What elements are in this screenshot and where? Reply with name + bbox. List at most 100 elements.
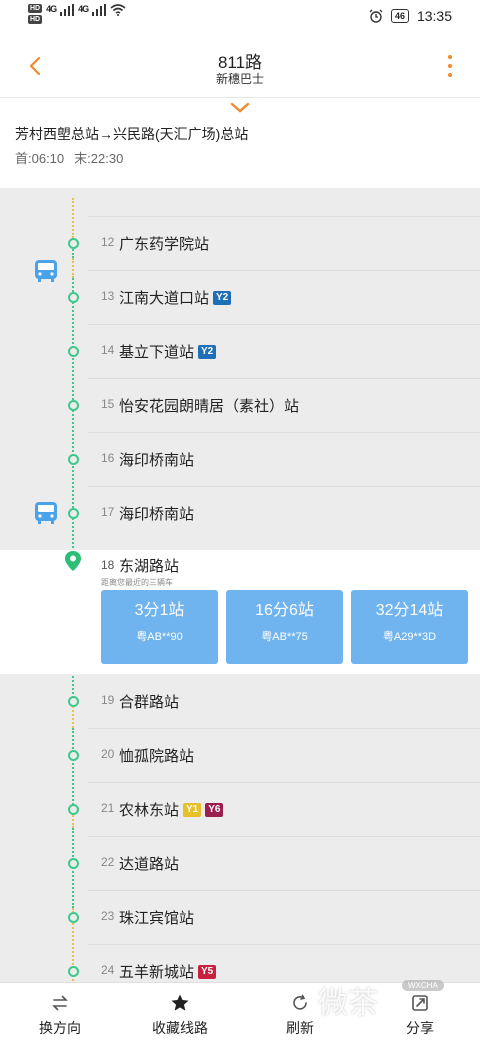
stop-name: 海印桥南站	[119, 506, 195, 523]
operator-name: 新穗巴士	[215, 72, 264, 86]
hd-badge: HD	[28, 15, 43, 24]
stop-name: 怡安花园朗晴居（素社）站	[119, 398, 300, 415]
battery-indicator: 46	[390, 9, 409, 23]
metro-line-badge: Y5	[198, 964, 217, 979]
arrival-eta: 32分14站	[375, 602, 444, 619]
stop-node	[68, 804, 79, 815]
stop-name: 五羊新城站	[119, 964, 195, 981]
stop-number: 22	[101, 855, 115, 869]
route-direction: 芳村西塱总站→兴民路(天汇广场)总站	[15, 126, 249, 142]
bus-icon[interactable]	[33, 258, 59, 284]
last-bus-time: 末:22:30	[74, 151, 124, 166]
watermark-logo: 微茶	[318, 987, 378, 1020]
stop-name: 恤孤院路站	[119, 748, 195, 765]
stop-number: 13	[101, 289, 115, 303]
nearest-buses-hint: 距离您最近的三辆车	[101, 578, 173, 587]
bus-plate: 粤AB**90	[136, 631, 183, 643]
share-button[interactable]: 分享	[360, 983, 480, 1040]
arrival-card[interactable]: 32分14站 粤A29**3D	[351, 590, 468, 664]
stop-name: 江南大道口站	[119, 290, 210, 307]
stop-name: 广东药学院站	[119, 236, 210, 253]
stop-name: 达道路站	[119, 856, 180, 873]
stop-row[interactable]: 13 江南大道口站 Y2	[0, 270, 480, 324]
arrival-card[interactable]: 3分1站 粤AB**90	[101, 590, 218, 664]
stop-number: 19	[101, 693, 115, 707]
stop-row[interactable]: 14 基立下道站 Y2	[0, 324, 480, 378]
more-menu-icon[interactable]	[442, 52, 458, 80]
tab-label: 换方向	[39, 1020, 81, 1036]
stop-number: 14	[101, 343, 115, 357]
stop-row[interactable]: 19 合群路站	[0, 674, 480, 728]
watermark-tag: WXCHA	[402, 980, 444, 991]
stop-name: 农林东站	[119, 802, 180, 819]
stop-row[interactable]: 21 农林东站 Y1 Y6	[0, 782, 480, 836]
stop-row[interactable]: 17 海印桥南站	[0, 486, 480, 540]
stop-node	[68, 912, 79, 923]
stop-row[interactable]: 23 珠江宾馆站	[0, 890, 480, 944]
metro-line-badge: Y1	[183, 802, 202, 817]
stop-number: 16	[101, 451, 115, 465]
signal-icon	[92, 4, 107, 16]
bus-plate: 粤A29**3D	[382, 631, 437, 643]
stop-node	[68, 696, 79, 707]
star-icon	[171, 994, 189, 1011]
stop-node	[68, 346, 79, 357]
alarm-icon	[369, 9, 383, 23]
stop-number: 21	[101, 801, 115, 815]
expand-chevron-icon[interactable]	[229, 102, 251, 114]
tab-label: 分享	[406, 1020, 434, 1036]
stop-name: 合群路站	[119, 694, 180, 711]
network-label: 4G	[46, 4, 57, 14]
refresh-icon	[293, 994, 307, 1010]
stop-node	[68, 238, 79, 249]
stop-name: 海印桥南站	[119, 452, 195, 469]
switch-direction-button[interactable]: 换方向	[0, 983, 120, 1040]
stop-row[interactable]: 15 怡安花园朗晴居（素社）站	[0, 378, 480, 432]
bus-plate: 粤AB**75	[261, 631, 308, 643]
first-bus-time: 首:06:10	[15, 151, 65, 166]
route-info: 芳村西塱总站→兴民路(天汇广场)总站 首:06:10 末:22:30	[0, 98, 480, 188]
arrival-eta: 16分6站	[255, 602, 314, 619]
favorite-route-button[interactable]: 收藏线路	[120, 983, 240, 1040]
stop-name: 珠江宾馆站	[119, 910, 195, 927]
metro-line-badge: Y2	[213, 290, 232, 305]
stop-name: 基立下道站	[119, 344, 195, 361]
share-icon	[412, 995, 428, 1011]
wifi-icon	[110, 4, 126, 16]
stop-list[interactable]: 12 广东药学院站 13 江南大道口站 Y2 14 基立下道站 Y2 15 怡安花园…	[0, 188, 480, 982]
arrival-eta: 3分1站	[134, 602, 185, 619]
stop-row[interactable]: 16 海印桥南站	[0, 432, 480, 486]
app-header: 811路 新穗巴士	[0, 34, 480, 98]
stop-number: 20	[101, 747, 115, 761]
stop-row[interactable]: 20 恤孤院路站	[0, 728, 480, 782]
bus-icon[interactable]	[33, 500, 59, 526]
stop-row[interactable]: 12 广东药学院站	[0, 216, 480, 270]
status-bar: HD HD 4G 4G 46 13:35	[0, 0, 480, 34]
network-label: 4G	[78, 4, 89, 14]
stop-node	[68, 400, 79, 411]
stop-node	[68, 858, 79, 869]
stop-number: 24	[101, 963, 115, 977]
stop-number: 17	[101, 505, 115, 519]
stop-row[interactable]: 22 达道路站	[0, 836, 480, 890]
metro-line-badge: Y6	[205, 802, 224, 817]
hd-badge: HD	[28, 4, 43, 13]
signal-icon	[60, 4, 75, 16]
clock: 13:35	[416, 8, 452, 24]
current-stop[interactable]: 18 东湖路站 距离您最近的三辆车 3分1站 粤AB**90 16分6站 粤AB…	[0, 550, 480, 674]
location-pin-icon	[65, 551, 81, 571]
swap-icon	[52, 995, 68, 1011]
stop-number: 15	[101, 397, 115, 411]
stop-node	[68, 750, 79, 761]
stop-number: 18	[101, 558, 115, 572]
stop-row[interactable]: 24 五羊新城站 Y5	[0, 944, 480, 982]
stop-number: 23	[101, 909, 115, 923]
tab-label: 收藏线路	[152, 1020, 208, 1036]
stop-name: 东湖路站	[119, 558, 180, 575]
stop-node	[68, 454, 79, 465]
arrival-card[interactable]: 16分6站 粤AB**75	[226, 590, 343, 664]
stop-node	[68, 292, 79, 303]
metro-line-badge: Y2	[198, 344, 217, 359]
arrival-cards: 3分1站 粤AB**90 16分6站 粤AB**75 32分14站 粤A29**…	[101, 590, 468, 664]
stop-node	[68, 508, 79, 519]
